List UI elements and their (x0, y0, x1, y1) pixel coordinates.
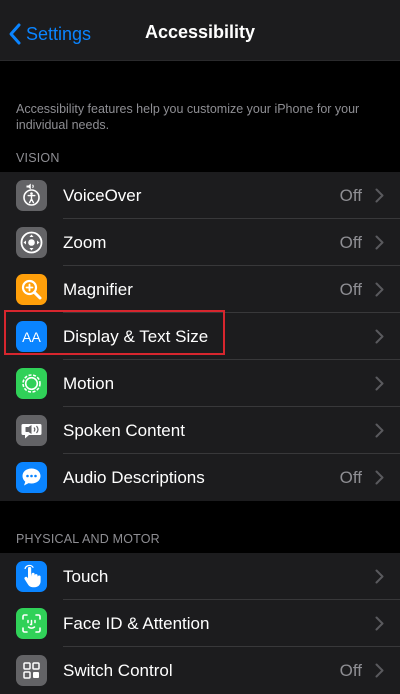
chevron-right-icon (375, 663, 384, 678)
row-value: Off (339, 233, 362, 252)
row-value: Off (339, 468, 362, 487)
row-label: Switch Control (63, 661, 173, 680)
chevron-right-icon (375, 569, 384, 584)
chevron-right-icon (375, 376, 384, 391)
row-zoom[interactable]: Zoom Off (0, 219, 400, 266)
switch-control-icon (16, 655, 47, 686)
highlight-box (4, 310, 225, 355)
chevron-right-icon (375, 235, 384, 250)
row-label: Zoom (63, 233, 107, 252)
row-touch[interactable]: Touch (0, 553, 400, 600)
divider (0, 60, 400, 61)
row-label: Magnifier (63, 280, 133, 299)
chevron-right-icon (375, 282, 384, 297)
voiceover-icon (16, 180, 47, 211)
page-title: Accessibility (144, 22, 256, 42)
row-label: VoiceOver (63, 186, 142, 205)
section-header-vision: VISION (16, 151, 60, 165)
row-motion[interactable]: Motion (0, 360, 400, 407)
row-value: Off (339, 280, 362, 299)
row-switch-control[interactable]: Switch Control Off (0, 647, 400, 694)
row-audio-descriptions[interactable]: Audio Descriptions Off (0, 454, 400, 501)
face-id-icon (16, 608, 47, 639)
chevron-right-icon (375, 329, 384, 344)
row-voiceover[interactable]: VoiceOver Off (0, 172, 400, 219)
audio-descriptions-icon (16, 462, 47, 493)
row-label: Face ID & Attention (63, 614, 210, 633)
row-face-id-attention[interactable]: Face ID & Attention (0, 600, 400, 647)
row-value: Off (339, 186, 362, 205)
row-spoken-content[interactable]: Spoken Content (0, 407, 400, 454)
motion-icon (16, 368, 47, 399)
zoom-icon (16, 227, 47, 258)
touch-icon (16, 561, 47, 592)
chevron-right-icon (375, 423, 384, 438)
chevron-right-icon (375, 188, 384, 203)
row-label: Audio Descriptions (63, 468, 205, 487)
chevron-right-icon (375, 616, 384, 631)
navigation-bar: Settings Accessibility (0, 0, 400, 60)
description-text: Accessibility features help you customiz… (16, 102, 360, 132)
row-magnifier[interactable]: Magnifier Off (0, 266, 400, 313)
section-header-physical-motor: PHYSICAL AND MOTOR (16, 532, 160, 546)
chevron-right-icon (375, 470, 384, 485)
row-label: Motion (63, 374, 115, 393)
physical-motor-group: Touch Face ID & Attention Switch Control (0, 553, 400, 694)
spoken-content-icon (16, 415, 47, 446)
row-label: Spoken Content (63, 421, 185, 440)
magnifier-icon (16, 274, 47, 305)
row-label: Touch (63, 567, 109, 586)
row-value: Off (339, 661, 362, 680)
